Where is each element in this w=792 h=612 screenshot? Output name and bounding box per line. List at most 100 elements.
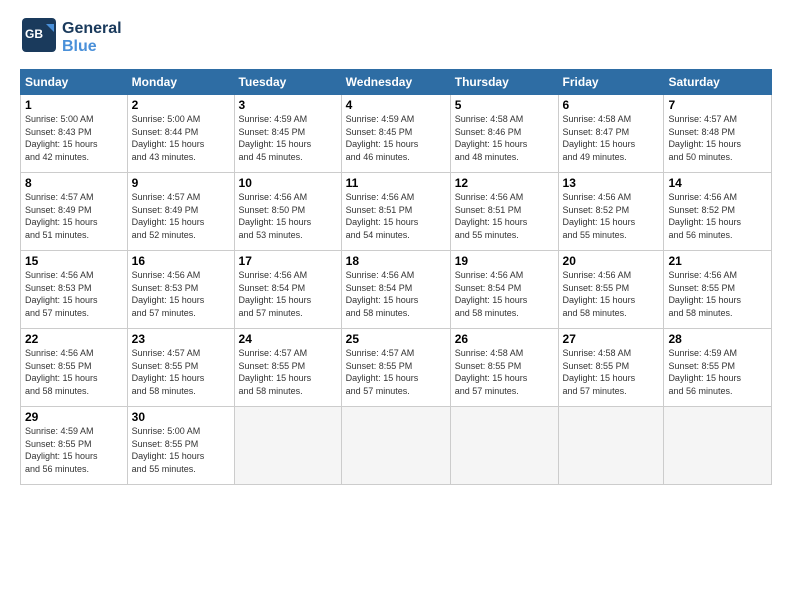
calendar-week-row: 1Sunrise: 5:00 AMSunset: 8:43 PMDaylight… [21, 95, 772, 173]
calendar-day-cell: 12Sunrise: 4:56 AMSunset: 8:51 PMDayligh… [450, 173, 558, 251]
day-number: 24 [239, 332, 337, 346]
day-number: 25 [346, 332, 446, 346]
day-detail: Sunrise: 4:57 AMSunset: 8:48 PMDaylight:… [668, 113, 767, 163]
calendar-day-cell: 14Sunrise: 4:56 AMSunset: 8:52 PMDayligh… [664, 173, 772, 251]
day-detail: Sunrise: 4:58 AMSunset: 8:55 PMDaylight:… [455, 347, 554, 397]
day-number: 13 [563, 176, 660, 190]
calendar-day-cell: 4Sunrise: 4:59 AMSunset: 8:45 PMDaylight… [341, 95, 450, 173]
calendar-day-cell: 30Sunrise: 5:00 AMSunset: 8:55 PMDayligh… [127, 407, 234, 485]
day-number: 9 [132, 176, 230, 190]
calendar-day-cell [341, 407, 450, 485]
calendar-day-cell: 7Sunrise: 4:57 AMSunset: 8:48 PMDaylight… [664, 95, 772, 173]
calendar-day-cell: 9Sunrise: 4:57 AMSunset: 8:49 PMDaylight… [127, 173, 234, 251]
calendar-day-cell: 17Sunrise: 4:56 AMSunset: 8:54 PMDayligh… [234, 251, 341, 329]
day-detail: Sunrise: 5:00 AMSunset: 8:44 PMDaylight:… [132, 113, 230, 163]
day-detail: Sunrise: 4:57 AMSunset: 8:49 PMDaylight:… [25, 191, 123, 241]
day-detail: Sunrise: 4:56 AMSunset: 8:54 PMDaylight:… [455, 269, 554, 319]
calendar-day-cell: 20Sunrise: 4:56 AMSunset: 8:55 PMDayligh… [558, 251, 664, 329]
day-number: 19 [455, 254, 554, 268]
calendar-table: SundayMondayTuesdayWednesdayThursdayFrid… [20, 69, 772, 485]
day-detail: Sunrise: 4:56 AMSunset: 8:52 PMDaylight:… [668, 191, 767, 241]
day-detail: Sunrise: 4:56 AMSunset: 8:53 PMDaylight:… [132, 269, 230, 319]
calendar-header-cell: Friday [558, 70, 664, 95]
calendar-day-cell: 10Sunrise: 4:56 AMSunset: 8:50 PMDayligh… [234, 173, 341, 251]
calendar-day-cell: 29Sunrise: 4:59 AMSunset: 8:55 PMDayligh… [21, 407, 128, 485]
calendar-day-cell: 8Sunrise: 4:57 AMSunset: 8:49 PMDaylight… [21, 173, 128, 251]
day-number: 1 [25, 98, 123, 112]
day-detail: Sunrise: 4:56 AMSunset: 8:54 PMDaylight:… [346, 269, 446, 319]
calendar-day-cell [234, 407, 341, 485]
calendar-day-cell: 22Sunrise: 4:56 AMSunset: 8:55 PMDayligh… [21, 329, 128, 407]
day-number: 5 [455, 98, 554, 112]
calendar-header-cell: Thursday [450, 70, 558, 95]
day-detail: Sunrise: 4:56 AMSunset: 8:51 PMDaylight:… [346, 191, 446, 241]
day-detail: Sunrise: 5:00 AMSunset: 8:55 PMDaylight:… [132, 425, 230, 475]
day-number: 15 [25, 254, 123, 268]
day-number: 11 [346, 176, 446, 190]
logo-icon: GB [20, 16, 58, 54]
logo-text-line2: Blue [62, 38, 122, 56]
calendar-day-cell: 27Sunrise: 4:58 AMSunset: 8:55 PMDayligh… [558, 329, 664, 407]
day-number: 22 [25, 332, 123, 346]
calendar-header-row: SundayMondayTuesdayWednesdayThursdayFrid… [21, 70, 772, 95]
day-detail: Sunrise: 4:56 AMSunset: 8:55 PMDaylight:… [668, 269, 767, 319]
day-detail: Sunrise: 4:57 AMSunset: 8:55 PMDaylight:… [132, 347, 230, 397]
day-detail: Sunrise: 4:56 AMSunset: 8:53 PMDaylight:… [25, 269, 123, 319]
calendar-day-cell: 1Sunrise: 5:00 AMSunset: 8:43 PMDaylight… [21, 95, 128, 173]
day-detail: Sunrise: 4:56 AMSunset: 8:51 PMDaylight:… [455, 191, 554, 241]
day-number: 4 [346, 98, 446, 112]
day-number: 7 [668, 98, 767, 112]
calendar-week-row: 15Sunrise: 4:56 AMSunset: 8:53 PMDayligh… [21, 251, 772, 329]
calendar-day-cell: 21Sunrise: 4:56 AMSunset: 8:55 PMDayligh… [664, 251, 772, 329]
logo-text-line1: General [62, 20, 122, 38]
calendar-week-row: 22Sunrise: 4:56 AMSunset: 8:55 PMDayligh… [21, 329, 772, 407]
logo: GB General Blue [20, 16, 122, 59]
page: GB General Blue SundayMondayTuesdayWedne… [0, 0, 792, 612]
svg-text:GB: GB [25, 27, 43, 41]
calendar-day-cell [664, 407, 772, 485]
calendar-body: 1Sunrise: 5:00 AMSunset: 8:43 PMDaylight… [21, 95, 772, 485]
calendar-day-cell: 19Sunrise: 4:56 AMSunset: 8:54 PMDayligh… [450, 251, 558, 329]
day-detail: Sunrise: 4:59 AMSunset: 8:55 PMDaylight:… [668, 347, 767, 397]
day-detail: Sunrise: 4:58 AMSunset: 8:47 PMDaylight:… [563, 113, 660, 163]
calendar-day-cell: 2Sunrise: 5:00 AMSunset: 8:44 PMDaylight… [127, 95, 234, 173]
day-detail: Sunrise: 5:00 AMSunset: 8:43 PMDaylight:… [25, 113, 123, 163]
calendar-header-cell: Monday [127, 70, 234, 95]
day-detail: Sunrise: 4:56 AMSunset: 8:52 PMDaylight:… [563, 191, 660, 241]
calendar-day-cell: 11Sunrise: 4:56 AMSunset: 8:51 PMDayligh… [341, 173, 450, 251]
day-number: 14 [668, 176, 767, 190]
day-detail: Sunrise: 4:56 AMSunset: 8:50 PMDaylight:… [239, 191, 337, 241]
calendar-day-cell: 5Sunrise: 4:58 AMSunset: 8:46 PMDaylight… [450, 95, 558, 173]
day-number: 3 [239, 98, 337, 112]
day-number: 21 [668, 254, 767, 268]
day-detail: Sunrise: 4:56 AMSunset: 8:55 PMDaylight:… [25, 347, 123, 397]
calendar-day-cell [450, 407, 558, 485]
calendar-header-cell: Saturday [664, 70, 772, 95]
day-number: 12 [455, 176, 554, 190]
day-number: 10 [239, 176, 337, 190]
day-detail: Sunrise: 4:56 AMSunset: 8:55 PMDaylight:… [563, 269, 660, 319]
day-detail: Sunrise: 4:58 AMSunset: 8:46 PMDaylight:… [455, 113, 554, 163]
day-detail: Sunrise: 4:59 AMSunset: 8:45 PMDaylight:… [346, 113, 446, 163]
day-number: 27 [563, 332, 660, 346]
day-number: 29 [25, 410, 123, 424]
calendar-week-row: 8Sunrise: 4:57 AMSunset: 8:49 PMDaylight… [21, 173, 772, 251]
day-detail: Sunrise: 4:57 AMSunset: 8:55 PMDaylight:… [346, 347, 446, 397]
day-detail: Sunrise: 4:56 AMSunset: 8:54 PMDaylight:… [239, 269, 337, 319]
header: GB General Blue [20, 16, 772, 59]
day-number: 8 [25, 176, 123, 190]
day-number: 20 [563, 254, 660, 268]
calendar-header-cell: Tuesday [234, 70, 341, 95]
day-detail: Sunrise: 4:57 AMSunset: 8:55 PMDaylight:… [239, 347, 337, 397]
calendar-day-cell: 13Sunrise: 4:56 AMSunset: 8:52 PMDayligh… [558, 173, 664, 251]
day-number: 16 [132, 254, 230, 268]
day-number: 17 [239, 254, 337, 268]
calendar-header-cell: Wednesday [341, 70, 450, 95]
calendar-week-row: 29Sunrise: 4:59 AMSunset: 8:55 PMDayligh… [21, 407, 772, 485]
calendar-day-cell: 16Sunrise: 4:56 AMSunset: 8:53 PMDayligh… [127, 251, 234, 329]
calendar-day-cell: 15Sunrise: 4:56 AMSunset: 8:53 PMDayligh… [21, 251, 128, 329]
day-detail: Sunrise: 4:59 AMSunset: 8:55 PMDaylight:… [25, 425, 123, 475]
day-detail: Sunrise: 4:57 AMSunset: 8:49 PMDaylight:… [132, 191, 230, 241]
day-number: 6 [563, 98, 660, 112]
calendar-day-cell: 24Sunrise: 4:57 AMSunset: 8:55 PMDayligh… [234, 329, 341, 407]
